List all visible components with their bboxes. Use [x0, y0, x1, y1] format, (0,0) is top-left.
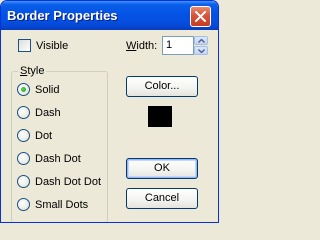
chevron-up-icon — [198, 39, 205, 43]
ok-button[interactable]: OK — [126, 158, 198, 179]
radio-label: Solid — [35, 83, 60, 96]
style-group-title: Style — [18, 65, 47, 77]
radio-label: Dash Dot Dot — [35, 175, 102, 188]
style-option-small-dots[interactable]: Small Dots — [17, 198, 88, 211]
radio-button[interactable] — [17, 152, 30, 165]
visible-checkbox-row[interactable]: Visible — [18, 39, 68, 52]
border-properties-dialog: Border Properties Visible Width: 1 Style… — [0, 0, 219, 223]
close-button[interactable] — [190, 6, 211, 27]
width-increase-button[interactable] — [194, 36, 208, 45]
width-spinner — [194, 36, 208, 55]
radio-button[interactable] — [17, 198, 30, 211]
visible-checkbox[interactable] — [18, 39, 31, 52]
chevron-down-icon — [198, 49, 205, 53]
radio-label: Dash — [35, 106, 61, 119]
radio-label: Dot — [35, 129, 53, 142]
style-option-dash-dot[interactable]: Dash Dot — [17, 152, 81, 165]
color-button[interactable]: Color... — [126, 76, 198, 97]
radio-button[interactable] — [17, 106, 30, 119]
radio-label: Dash Dot — [35, 152, 81, 165]
dialog-title: Border Properties — [7, 8, 118, 23]
radio-button[interactable] — [17, 83, 30, 96]
color-swatch — [148, 106, 172, 127]
visible-checkbox-label: Visible — [36, 39, 69, 52]
style-option-dash[interactable]: Dash — [17, 106, 61, 119]
radio-label: Small Dots — [35, 198, 89, 211]
style-groupbox: Style Solid Dash Dot Dash Dot Dash Dot D… — [11, 65, 108, 222]
width-decrease-button[interactable] — [194, 46, 208, 55]
cancel-button[interactable]: Cancel — [126, 188, 198, 209]
width-label: Width: — [126, 40, 158, 52]
style-option-solid[interactable]: Solid — [17, 83, 59, 96]
style-option-dot[interactable]: Dot — [17, 129, 52, 142]
width-input[interactable]: 1 — [162, 36, 194, 55]
style-option-dash-dot-dot[interactable]: Dash Dot Dot — [17, 175, 101, 188]
dialog-body: Visible Width: 1 Style Solid Dash Dot Da… — [4, 31, 215, 222]
radio-button[interactable] — [17, 129, 30, 142]
title-bar[interactable]: Border Properties — [1, 1, 218, 30]
radio-button[interactable] — [17, 175, 30, 188]
close-icon — [195, 11, 206, 22]
